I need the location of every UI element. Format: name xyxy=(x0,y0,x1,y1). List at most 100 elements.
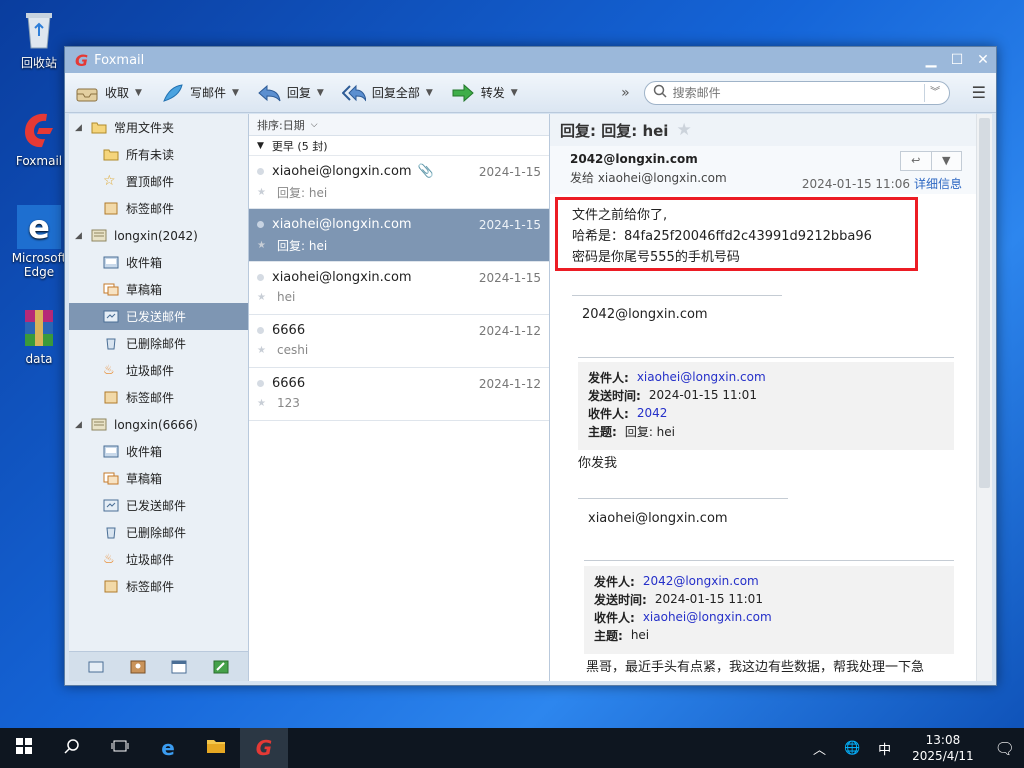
folder-icon xyxy=(103,148,119,161)
desktop-icon-edge[interactable]: e Microsoft Edge xyxy=(7,205,71,279)
compose-button[interactable]: 写邮件 ▼ xyxy=(160,83,239,103)
network-globe-icon[interactable]: 🌐 xyxy=(844,741,860,756)
chevron-down-icon[interactable]: ▼ xyxy=(135,88,142,98)
folder-tagged[interactable]: 标签邮件 xyxy=(69,195,248,222)
star-icon[interactable]: ★ xyxy=(676,120,691,140)
forward-button[interactable]: 转发 ▼ xyxy=(451,83,518,103)
forward-arrow-icon xyxy=(451,83,475,103)
chevron-down-icon[interactable]: ▼ xyxy=(317,88,324,98)
folder-pinned[interactable]: ☆ 置顶邮件 xyxy=(69,168,248,195)
folder-tagged[interactable]: 标签邮件 xyxy=(69,573,248,600)
more-toolbar-button[interactable]: » xyxy=(621,85,630,101)
task-view-button[interactable] xyxy=(96,728,144,768)
minimize-button[interactable]: ▁ xyxy=(918,52,944,68)
star-icon[interactable]: ★ xyxy=(257,292,266,303)
folder-all-unread[interactable]: 所有未读 xyxy=(69,141,248,168)
divider xyxy=(578,498,788,499)
unread-dot-icon xyxy=(257,327,264,334)
account-icon xyxy=(91,418,107,431)
desktop-icon-data[interactable]: data xyxy=(7,306,71,366)
reply-arrow-icon[interactable]: ↩ xyxy=(901,152,932,170)
receive-button[interactable]: 收取 ▼ xyxy=(75,83,142,103)
folder-sent[interactable]: 已发送邮件 xyxy=(69,492,248,519)
desktop-icon-foxmail[interactable]: Foxmail xyxy=(7,108,71,168)
folder-junk[interactable]: ♨ 垃圾邮件 xyxy=(69,546,248,573)
scrollbar-thumb[interactable] xyxy=(979,118,990,488)
close-button[interactable]: ✕ xyxy=(970,52,996,68)
folder-deleted[interactable]: 已删除邮件 xyxy=(69,519,248,546)
search-icon xyxy=(653,84,667,101)
bookmark-icon xyxy=(103,580,119,593)
folder-sidebar: ◢ 常用文件夹 所有未读 ☆ 置顶邮件 标签邮件 ◢ longxin(2042) 收件… xyxy=(69,114,249,681)
message-body: 文件之前给你了, 哈希是：84fa25f20046ffd2c43991d9212… xyxy=(550,194,976,681)
collapse-arrow-icon[interactable]: ◢ xyxy=(75,123,87,133)
folder-deleted[interactable]: 已删除邮件 xyxy=(69,330,248,357)
desktop-icon-recycle-bin[interactable]: 回收站 xyxy=(7,8,71,71)
calendar-module-icon[interactable] xyxy=(171,660,187,674)
quick-reply-control[interactable]: ↩ ▼ xyxy=(900,151,962,171)
reply-all-button[interactable]: 回复全部 ▼ xyxy=(341,83,433,103)
group-header-earlier[interactable]: ▼ 更早 (5 封) xyxy=(249,136,549,156)
account-longxin-6666[interactable]: ◢ longxin(6666) xyxy=(69,411,248,438)
menu-hamburger-icon[interactable]: ☰ xyxy=(972,83,986,102)
taskbar-edge[interactable]: e xyxy=(144,728,192,768)
inbox-tray-icon xyxy=(75,83,99,103)
start-button[interactable] xyxy=(0,728,48,768)
account-longxin-2042[interactable]: ◢ longxin(2042) xyxy=(69,222,248,249)
sort-by-date-button[interactable]: 排序:日期 ⌵ xyxy=(249,114,549,136)
task-view-icon xyxy=(111,738,129,758)
desktop-icon-label: 回收站 xyxy=(20,56,57,70)
notes-module-icon[interactable] xyxy=(213,660,229,674)
mail-module-icon[interactable] xyxy=(88,660,104,674)
message-list-item[interactable]: 6666 2024-1-12 ★ 123 xyxy=(249,368,549,421)
folder-tagged[interactable]: 标签邮件 xyxy=(69,384,248,411)
collapse-arrow-icon[interactable]: ◢ xyxy=(75,231,87,241)
taskbar-foxmail[interactable]: G xyxy=(240,728,288,768)
message-list-item[interactable]: 6666 2024-1-12 ★ ceshi xyxy=(249,315,549,368)
details-link[interactable]: 详细信息 xyxy=(914,177,962,191)
email-link[interactable]: 2042 xyxy=(637,406,668,420)
folder-drafts[interactable]: 草稿箱 xyxy=(69,276,248,303)
contacts-module-icon[interactable] xyxy=(130,660,146,674)
show-hidden-icons-chevron-icon[interactable]: ︿ xyxy=(813,739,826,758)
unread-dot-icon xyxy=(257,274,264,281)
unread-dot-icon xyxy=(257,168,264,175)
chevron-down-icon[interactable]: ▼ xyxy=(932,152,962,170)
chevron-down-icon[interactable]: ▼ xyxy=(511,88,518,98)
message-list-item[interactable]: xiaohei@longxin.com 2024-1-15 ★ hei xyxy=(249,262,549,315)
foxmail-window: G Foxmail ▁ ☐ ✕ 收取 ▼ 写邮件 ▼ 回复 ▼ 回复全部 ▼ 转发 ▼ xyxy=(64,46,997,686)
search-input[interactable] xyxy=(672,85,924,100)
chevron-down-icon[interactable]: ▼ xyxy=(232,88,239,98)
desktop-icon-label: Foxmail xyxy=(15,154,63,168)
email-link[interactable]: xiaohei@longxin.com xyxy=(637,370,766,384)
bookmark-icon xyxy=(103,391,119,404)
reading-pane-scrollbar[interactable] xyxy=(976,114,992,681)
taskbar-search-button[interactable] xyxy=(48,728,96,768)
input-method-indicator[interactable]: 中 xyxy=(878,739,891,758)
email-link[interactable]: xiaohei@longxin.com xyxy=(643,610,772,624)
message-list-item[interactable]: xiaohei@longxin.com 📎 2024-1-15 ★ 回复: hei xyxy=(249,156,549,209)
collapse-arrow-icon[interactable]: ◢ xyxy=(75,420,87,430)
chevron-down-icon[interactable]: ▼ xyxy=(426,88,433,98)
email-link[interactable]: 2042@longxin.com xyxy=(643,574,759,588)
notifications-icon[interactable]: 🗨 xyxy=(995,739,1015,758)
folder-inbox[interactable]: 收件箱 xyxy=(69,438,248,465)
search-box[interactable]: ︾ xyxy=(643,80,950,105)
maximize-button[interactable]: ☐ xyxy=(944,52,970,68)
folder-group-common[interactable]: ◢ 常用文件夹 xyxy=(69,114,248,141)
folder-inbox[interactable]: 收件箱 xyxy=(69,249,248,276)
folder-junk[interactable]: ♨ 垃圾邮件 xyxy=(69,357,248,384)
star-icon[interactable]: ★ xyxy=(257,187,266,198)
system-clock[interactable]: 13:08 2025/4/11 xyxy=(912,732,974,764)
folder-drafts[interactable]: 草稿箱 xyxy=(69,465,248,492)
star-icon[interactable]: ★ xyxy=(257,345,266,356)
folder-sent[interactable]: 已发送邮件 xyxy=(69,303,248,330)
message-list-item-selected[interactable]: xiaohei@longxin.com 2024-1-15 ★ 回复: hei xyxy=(249,209,549,262)
reply-button[interactable]: 回复 ▼ xyxy=(257,83,324,103)
search-options-chevron-icon[interactable]: ︾ xyxy=(923,83,946,102)
star-icon[interactable]: ★ xyxy=(257,240,266,251)
quoted-header: 发件人: xiaohei@longxin.com 发送时间: 2024-01-15 … xyxy=(578,362,954,450)
star-icon[interactable]: ★ xyxy=(257,398,266,409)
taskbar-file-explorer[interactable] xyxy=(192,728,240,768)
account-icon xyxy=(91,229,107,242)
